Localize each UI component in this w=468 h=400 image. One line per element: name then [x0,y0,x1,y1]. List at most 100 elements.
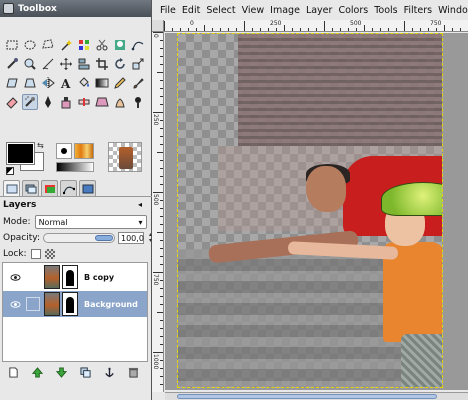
tab-menu-icon[interactable]: ◂ [138,200,142,209]
pencil-tool[interactable] [112,75,128,91]
quick-mask-corner[interactable] [152,20,164,32]
perspective-clone-tool[interactable] [94,94,110,110]
layer-row-background[interactable]: Background [3,291,147,317]
toolbox-titlebar[interactable]: Toolbox [0,0,151,17]
free-select-tool[interactable] [40,37,56,53]
lower-layer-icon[interactable] [56,367,67,378]
ink-tool[interactable] [40,94,56,110]
scrollbar-thumb[interactable] [177,394,437,399]
tab-tool-options[interactable] [3,180,20,196]
bucket-fill-tool[interactable] [76,75,92,91]
ruler-tick [252,28,253,31]
scissors-select-tool[interactable] [94,37,110,53]
pattern-indicator[interactable] [74,143,94,159]
airbrush-tool[interactable] [22,94,38,110]
menu-file[interactable]: File [157,3,179,19]
tab-paths[interactable] [60,180,77,196]
shear-tool[interactable] [4,75,20,91]
horizontal-ruler[interactable]: 0 250 500 750 [164,20,468,32]
swap-colors-icon[interactable]: ⇆ [37,141,44,150]
select-by-color-tool[interactable] [76,37,92,53]
layer-name[interactable]: Background [84,300,138,309]
opacity-input[interactable]: 100,0 [118,232,144,244]
green-bike-helmet [381,182,442,216]
menu-layer[interactable]: Layer [303,3,336,19]
ruler-tick [160,200,163,201]
dodge-burn-tool[interactable] [130,94,146,110]
ruler-tick [160,56,163,57]
tab-layers[interactable] [22,180,39,196]
window-menu-icon[interactable] [3,3,14,14]
canvas-area[interactable] [165,33,468,390]
flip-tool[interactable] [40,75,56,91]
paths-tool[interactable] [130,37,146,53]
duplicate-layer-icon[interactable] [80,367,91,378]
eye-icon[interactable] [9,271,21,283]
ellipse-select-tool[interactable] [22,37,38,53]
zoom-tool[interactable] [22,56,38,72]
brush-indicator[interactable] [56,143,72,159]
ruler-tick [160,104,163,105]
foreground-color-swatch[interactable] [6,142,35,165]
raise-layer-icon[interactable] [32,367,43,378]
ruler-tick [160,168,163,169]
ruler-tick [276,28,277,31]
delete-layer-icon[interactable] [128,367,139,378]
rect-select-tool[interactable] [4,37,20,53]
crop-tool[interactable] [94,56,110,72]
color-picker-tool[interactable] [4,56,20,72]
image-canvas[interactable] [177,33,443,388]
fuzzy-select-tool[interactable] [58,37,74,53]
menu-windo[interactable]: Windo [435,3,468,19]
active-image-preview[interactable] [108,142,142,172]
mode-select[interactable]: Normal ▾ [34,215,147,229]
eye-icon[interactable] [9,298,21,310]
measure-tool[interactable] [40,56,56,72]
ruler-tick [452,28,453,31]
eraser-tool[interactable] [4,94,20,110]
layer-name[interactable]: B copy [84,273,114,282]
paths-icon [62,186,75,194]
horizontal-scrollbar[interactable] [165,392,468,400]
menu-filters[interactable]: Filters [401,3,435,19]
scale-tool[interactable] [130,56,146,72]
blend-tool[interactable] [94,75,110,91]
ruler-tick [160,128,163,129]
move-tool[interactable] [58,56,74,72]
clone-tool[interactable] [58,94,74,110]
ruler-tick [160,48,163,49]
perspective-clone-icon [95,97,109,107]
layer-list: B copy Background [2,262,148,362]
align-tool[interactable] [76,56,92,72]
ruler-tick [160,160,163,161]
tab-undo-history[interactable] [79,180,96,196]
foreground-select-tool[interactable] [112,37,128,53]
ruler-tick [160,216,163,217]
default-colors-icon[interactable] [6,167,14,175]
paintbrush-tool[interactable] [130,75,146,91]
tab-channels[interactable] [41,180,58,196]
gradient-indicator[interactable] [56,162,94,172]
chain-link-toggle[interactable] [26,297,40,311]
menu-image[interactable]: Image [267,3,303,19]
opacity-slider[interactable] [43,233,115,243]
menu-colors[interactable]: Colors [335,3,371,19]
text-tool[interactable]: A [58,75,74,91]
perspective-tool[interactable] [22,75,38,91]
smudge-tool[interactable] [112,94,128,110]
chain-link-toggle[interactable] [26,270,40,284]
anchor-layer-icon[interactable] [104,367,115,378]
new-layer-icon[interactable] [8,367,19,378]
menu-tools[interactable]: Tools [371,3,400,19]
menu-select[interactable]: Select [203,3,238,19]
ruler-label: 500 [350,20,362,27]
menu-view[interactable]: View [239,3,268,19]
rotate-tool[interactable] [112,56,128,72]
opacity-row: Opacity: 100,0 ▴ ▾ [3,232,154,244]
vertical-ruler[interactable]: 0 250 500 750 1000 [152,32,164,392]
lock-alpha-checkbox[interactable] [30,249,41,259]
layer-row-b-copy[interactable]: B copy [3,264,147,290]
menu-edit[interactable]: Edit [179,3,203,19]
ruler-tick [160,304,163,305]
heal-tool[interactable] [76,94,92,110]
